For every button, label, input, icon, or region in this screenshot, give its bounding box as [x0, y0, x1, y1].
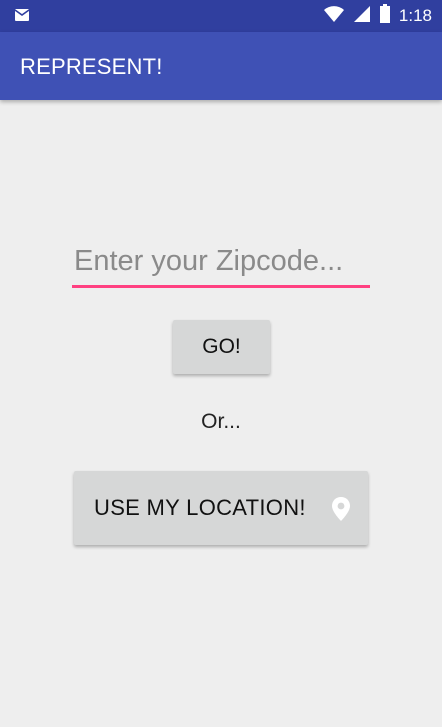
- use-my-location-button[interactable]: USE MY LOCATION!: [74, 471, 368, 545]
- status-time: 1:18: [398, 6, 432, 25]
- status-icons: 1:18: [323, 0, 432, 32]
- zipcode-field: [72, 242, 370, 292]
- zipcode-input[interactable]: [72, 242, 370, 288]
- app-bar: REPRESENT!: [0, 32, 442, 100]
- notification-mail-icon: [14, 8, 30, 22]
- use-my-location-label: USE MY LOCATION!: [94, 495, 306, 520]
- app-title: REPRESENT!: [20, 54, 163, 79]
- wifi-icon: [323, 5, 345, 28]
- status-bar: 1:18: [0, 0, 442, 32]
- battery-icon: [379, 3, 391, 29]
- location-pin-icon: [331, 496, 351, 522]
- go-button[interactable]: GO!: [173, 320, 270, 374]
- signal-icon: [353, 5, 371, 28]
- or-label: Or...: [201, 410, 241, 433]
